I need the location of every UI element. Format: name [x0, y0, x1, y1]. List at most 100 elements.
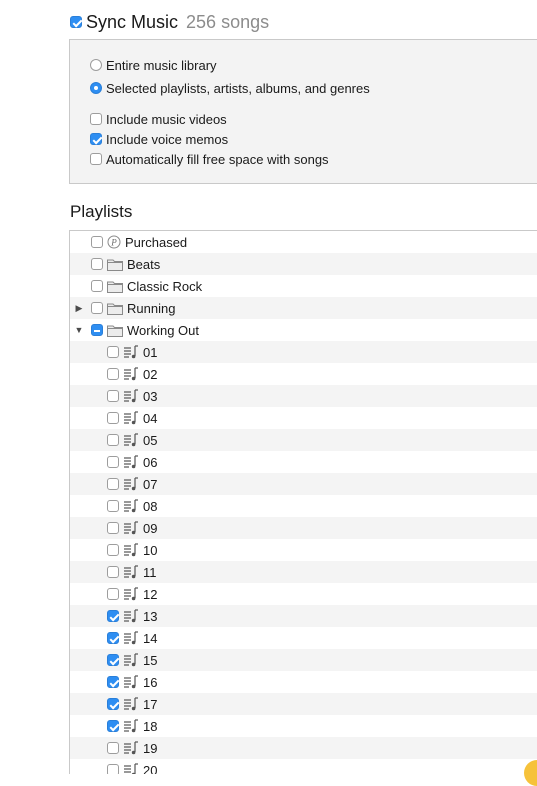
- playlist-checkbox[interactable]: [107, 456, 119, 468]
- playlist-row[interactable]: P Purchased: [70, 231, 537, 253]
- playlist-name: 19: [143, 740, 158, 756]
- playlist-name: Working Out: [127, 322, 200, 338]
- playlist-row[interactable]: 02: [70, 363, 537, 385]
- playlist-row[interactable]: 10: [70, 539, 537, 561]
- playlist-name: 06: [143, 454, 158, 470]
- song-count: 256 songs: [186, 11, 270, 32]
- svg-text:P: P: [110, 238, 117, 248]
- playlist-name: 09: [143, 520, 158, 536]
- playlist-checkbox[interactable]: [107, 676, 119, 688]
- playlist-checkbox[interactable]: [107, 632, 119, 644]
- playlist-checkbox[interactable]: [91, 236, 103, 248]
- playlist-row[interactable]: 15: [70, 649, 537, 671]
- playlist-icon: [123, 675, 139, 689]
- playlist-name: 14: [143, 630, 158, 646]
- playlist-icon: [123, 609, 139, 623]
- playlist-icon: [123, 433, 139, 447]
- playlist-row[interactable]: 13: [70, 605, 537, 627]
- playlist-checkbox[interactable]: [107, 478, 119, 490]
- playlist-row[interactable]: 20: [70, 759, 537, 774]
- playlist-icon: [123, 719, 139, 733]
- option-voice-memos[interactable]: Include voice memos: [90, 130, 228, 148]
- playlist-row[interactable]: 03: [70, 385, 537, 407]
- playlist-checkbox[interactable]: [107, 610, 119, 622]
- playlist-row[interactable]: 11: [70, 561, 537, 583]
- playlist-row[interactable]: 07: [70, 473, 537, 495]
- option-selected-items[interactable]: Selected playlists, artists, albums, and…: [90, 79, 370, 97]
- playlist-checkbox[interactable]: [107, 522, 119, 534]
- playlist-icon: [123, 499, 139, 513]
- playlist-name: 02: [143, 366, 158, 382]
- playlist-checkbox[interactable]: [107, 434, 119, 446]
- playlist-row[interactable]: 09: [70, 517, 537, 539]
- playlist-icon: [123, 763, 139, 774]
- playlist-name: 12: [143, 586, 158, 602]
- playlist-name: 07: [143, 476, 158, 492]
- playlist-name: 05: [143, 432, 158, 448]
- playlist-checkbox[interactable]: [107, 412, 119, 424]
- playlist-row[interactable]: 01: [70, 341, 537, 363]
- disclosure-triangle-icon[interactable]: ▼: [74, 325, 84, 335]
- voice-memos-checkbox[interactable]: [90, 133, 102, 145]
- playlist-checkbox[interactable]: [107, 390, 119, 402]
- playlist-icon: [123, 697, 139, 711]
- playlist-name: Running: [127, 300, 176, 316]
- playlist-row[interactable]: 16: [70, 671, 537, 693]
- playlist-row[interactable]: 04: [70, 407, 537, 429]
- sync-options-panel: Entire music library Selected playlists,…: [69, 39, 537, 184]
- playlist-row[interactable]: 14: [70, 627, 537, 649]
- playlist-checkbox[interactable]: [107, 368, 119, 380]
- option-entire-library[interactable]: Entire music library: [90, 56, 217, 74]
- selected-items-label: Selected playlists, artists, albums, and…: [106, 80, 370, 96]
- playlist-name: 18: [143, 718, 158, 734]
- autofill-checkbox[interactable]: [90, 153, 102, 165]
- playlist-checkbox[interactable]: [107, 742, 119, 754]
- playlist-checkbox[interactable]: [107, 654, 119, 666]
- playlist-checkbox[interactable]: [107, 544, 119, 556]
- entire-library-radio[interactable]: [90, 59, 102, 71]
- sync-music-checkbox[interactable]: [70, 16, 82, 28]
- option-music-videos[interactable]: Include music videos: [90, 110, 227, 128]
- playlist-icon: [123, 345, 139, 359]
- sync-music-title: Sync Music: [86, 11, 179, 32]
- disclosure-triangle-icon[interactable]: ▶: [74, 303, 84, 314]
- playlist-row[interactable]: 06: [70, 451, 537, 473]
- playlist-row[interactable]: 05: [70, 429, 537, 451]
- playlist-checkbox[interactable]: [107, 698, 119, 710]
- voice-memos-label: Include voice memos: [106, 131, 229, 147]
- playlist-row[interactable]: 18: [70, 715, 537, 737]
- selected-items-radio[interactable]: [90, 82, 102, 94]
- playlist-icon: [123, 411, 139, 425]
- playlist-checkbox[interactable]: [107, 566, 119, 578]
- playlists-list[interactable]: P Purchased Beats Classic Rock ▶ Running ▼ Work…: [69, 230, 537, 774]
- playlist-checkbox[interactable]: [91, 302, 103, 314]
- playlist-checkbox[interactable]: [91, 324, 103, 336]
- music-videos-checkbox[interactable]: [90, 113, 102, 125]
- playlist-name: 10: [143, 542, 158, 558]
- playlist-row[interactable]: ▼ Working Out: [70, 319, 537, 341]
- playlist-icon: [123, 543, 139, 557]
- playlist-checkbox[interactable]: [91, 258, 103, 270]
- playlist-row[interactable]: 08: [70, 495, 537, 517]
- playlist-row[interactable]: 19: [70, 737, 537, 759]
- playlist-checkbox[interactable]: [107, 588, 119, 600]
- playlist-name: 17: [143, 696, 158, 712]
- playlist-row[interactable]: Classic Rock: [70, 275, 537, 297]
- playlist-icon: [123, 653, 139, 667]
- playlist-checkbox[interactable]: [107, 346, 119, 358]
- playlist-name: Purchased: [125, 234, 188, 250]
- folder-icon: [107, 324, 123, 337]
- playlist-icon: [123, 565, 139, 579]
- playlist-checkbox[interactable]: [91, 280, 103, 292]
- folder-icon: [107, 258, 123, 271]
- playlist-name: 16: [143, 674, 158, 690]
- option-autofill[interactable]: Automatically fill free space with songs: [90, 150, 329, 168]
- playlist-checkbox[interactable]: [107, 500, 119, 512]
- playlist-row[interactable]: 17: [70, 693, 537, 715]
- sync-music-header: Sync Music 256 songs: [70, 10, 269, 34]
- playlist-row[interactable]: Beats: [70, 253, 537, 275]
- playlist-row[interactable]: 12: [70, 583, 537, 605]
- playlist-name: 13: [143, 608, 158, 624]
- playlist-checkbox[interactable]: [107, 720, 119, 732]
- playlist-row[interactable]: ▶ Running: [70, 297, 537, 319]
